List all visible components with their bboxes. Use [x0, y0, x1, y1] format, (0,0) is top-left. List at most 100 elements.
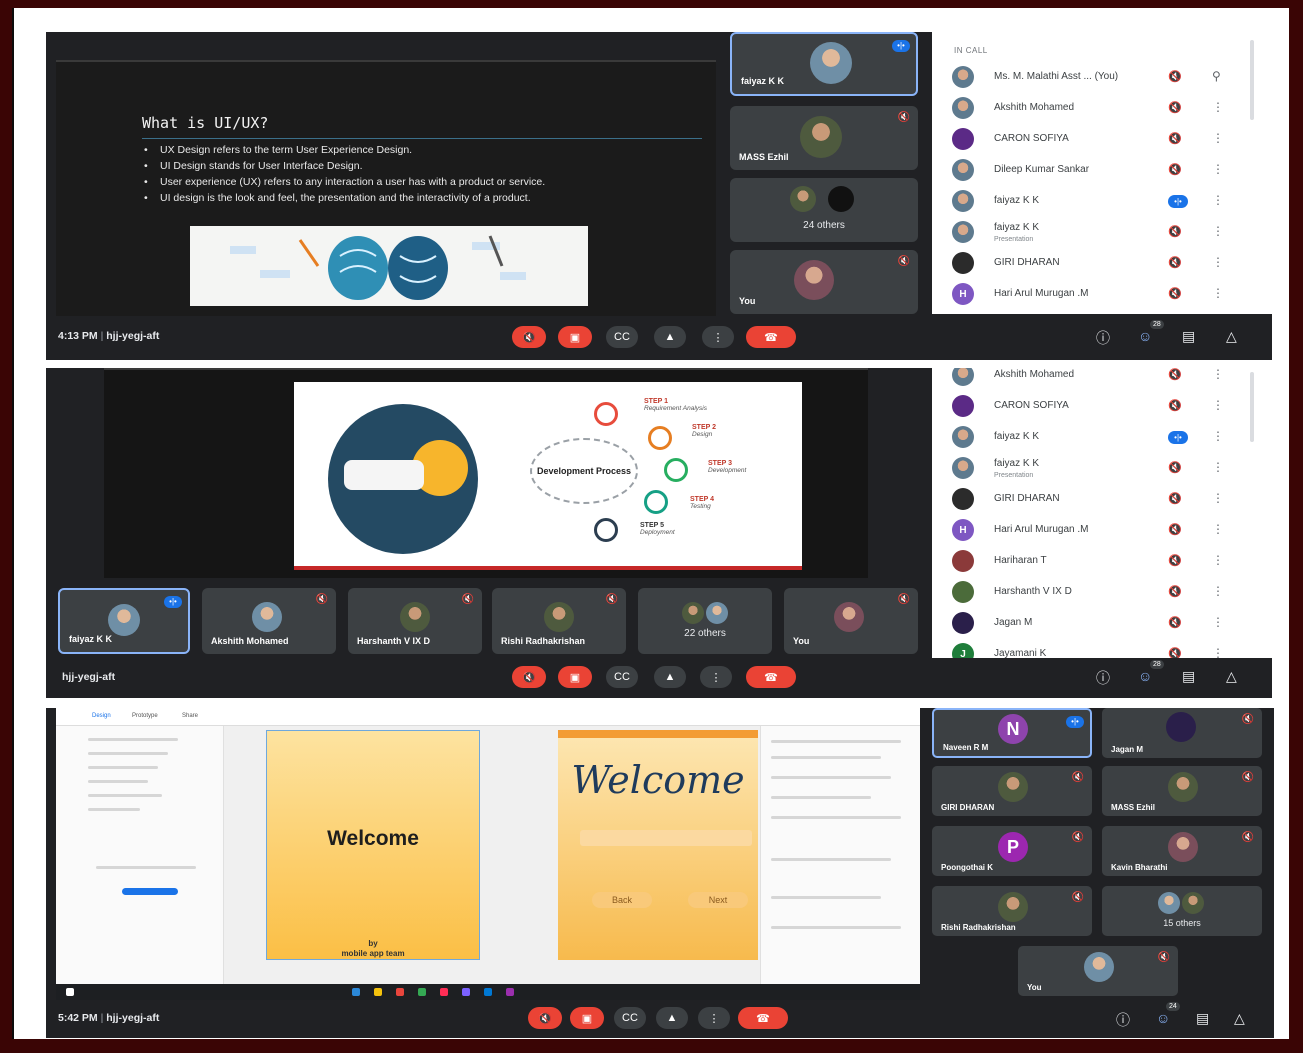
more-options-button[interactable]: ⋮ [700, 666, 732, 688]
captions-button[interactable]: CC [614, 1007, 646, 1029]
more-vert-icon[interactable]: ⋮ [1212, 398, 1224, 412]
more-vert-icon[interactable]: ⋮ [1212, 553, 1224, 567]
captions-button[interactable]: CC [606, 666, 638, 688]
taskbar-app-icon[interactable] [418, 988, 426, 996]
camera-off-button[interactable]: ▣ [558, 326, 592, 348]
participant-tile[interactable]: 🔇 Rishi Radhakrishan [932, 886, 1092, 936]
more-vert-icon[interactable]: ⋮ [1212, 646, 1224, 658]
person-row[interactable]: H Hari Arul Murugan .M 🔇 ⋮ [932, 279, 1262, 309]
participant-tile[interactable]: 🔇 Harshanth V IX D [348, 588, 482, 654]
property-row[interactable] [771, 896, 881, 899]
mic-off-icon[interactable]: 🔇 [1168, 287, 1182, 300]
more-options-button[interactable]: ⋮ [698, 1007, 730, 1029]
more-vert-icon[interactable]: ⋮ [1212, 255, 1224, 269]
person-row[interactable]: faiyaz K K •|• ⋮ [932, 422, 1262, 452]
info-icon[interactable]: ⓘ [1096, 328, 1110, 348]
mic-off-button[interactable]: 🔇 [528, 1007, 562, 1029]
people-icon[interactable]: ☺ [1138, 668, 1152, 684]
property-row[interactable] [771, 776, 891, 779]
present-button[interactable]: ▲ [654, 326, 686, 348]
participant-tile[interactable]: 🔇 Kavin Bharathi [1102, 826, 1262, 876]
people-icon[interactable]: ☺ [1156, 1010, 1170, 1026]
present-off-icon[interactable]: 🔇 [1168, 225, 1182, 238]
more-vert-icon[interactable]: ⋮ [1212, 460, 1224, 474]
start-icon[interactable] [66, 988, 74, 996]
property-row[interactable] [771, 858, 891, 861]
participant-tile[interactable]: 🔇 Jagan M [1102, 708, 1262, 758]
more-vert-icon[interactable]: ⋮ [1212, 615, 1224, 629]
person-row[interactable]: Jagan M 🔇 ⋮ [932, 608, 1262, 638]
participant-tile[interactable]: 🔇 Akshith Mohamed [202, 588, 336, 654]
mic-off-button[interactable]: 🔇 [512, 666, 546, 688]
end-call-button[interactable]: ☎ [746, 326, 796, 348]
camera-off-button[interactable]: ▣ [558, 666, 592, 688]
participant-tile-self[interactable]: 🔇 You [1018, 946, 1178, 996]
mic-off-icon[interactable]: 🔇 [1168, 132, 1182, 145]
more-vert-icon[interactable]: ⋮ [1212, 368, 1224, 381]
participant-tile[interactable]: 🔇 MASS Ezhil [1102, 766, 1262, 816]
mic-off-icon[interactable]: 🔇 [1168, 523, 1182, 536]
mic-off-icon[interactable]: 🔇 [1168, 616, 1182, 629]
more-vert-icon[interactable]: ⋮ [1212, 491, 1224, 505]
activities-icon[interactable]: △ [1234, 1010, 1245, 1027]
person-row[interactable]: Akshith Mohamed 🔇 ⋮ [932, 368, 1262, 390]
person-row[interactable]: faiyaz K K •|• ⋮ [932, 186, 1262, 216]
present-button[interactable]: ▲ [654, 666, 686, 688]
artboard-welcome[interactable]: Welcome by mobile app team [266, 730, 480, 960]
more-vert-icon[interactable]: ⋮ [1212, 429, 1224, 443]
info-icon[interactable]: ⓘ [1096, 668, 1110, 688]
person-row[interactable]: faiyaz K K Presentation 🔇 ⋮ [932, 217, 1262, 247]
person-row[interactable]: H Hari Arul Murugan .M 🔇 ⋮ [932, 515, 1262, 545]
person-row[interactable]: faiyaz K K Presentation 🔇 ⋮ [932, 453, 1262, 483]
participant-tile[interactable]: P 🔇 Poongothai K [932, 826, 1092, 876]
more-vert-icon[interactable]: ⋮ [1212, 522, 1224, 536]
person-row[interactable]: CARON SOFIYA 🔇 ⋮ [932, 124, 1262, 154]
person-row[interactable]: Hariharan T 🔇 ⋮ [932, 546, 1262, 576]
mic-off-icon[interactable]: 🔇 [1168, 70, 1182, 83]
browse-button[interactable] [122, 888, 178, 895]
participant-tile[interactable]: N •|• Naveen R M [932, 708, 1092, 758]
property-row[interactable] [771, 816, 901, 819]
mic-off-button[interactable]: 🔇 [512, 326, 546, 348]
tab-prototype[interactable]: Prototype [132, 713, 158, 719]
participant-tile[interactable]: 🔇 GIRI DHARAN [932, 766, 1092, 816]
activities-icon[interactable]: △ [1226, 668, 1237, 685]
taskbar-app-icon[interactable] [374, 988, 382, 996]
end-call-button[interactable]: ☎ [738, 1007, 788, 1029]
participant-tile-group[interactable]: 24 others [730, 178, 918, 242]
tab-design[interactable]: Design [92, 713, 111, 719]
more-vert-icon[interactable]: ⋮ [1212, 584, 1224, 598]
person-row[interactable]: GIRI DHARAN 🔇 ⋮ [932, 248, 1262, 278]
speaking-icon[interactable]: •|• [1168, 431, 1188, 444]
mic-off-icon[interactable]: 🔇 [1168, 256, 1182, 269]
property-row[interactable] [771, 926, 901, 929]
person-row[interactable]: Harshanth V IX D 🔇 ⋮ [932, 577, 1262, 607]
more-vert-icon[interactable]: ⋮ [1212, 131, 1224, 145]
property-row[interactable] [771, 756, 881, 759]
person-row[interactable]: Dileep Kumar Sankar 🔇 ⋮ [932, 155, 1262, 185]
artboard-login[interactable]: Welcome Back Next [558, 730, 758, 960]
participant-tile-self[interactable]: 🔇 You [784, 588, 918, 654]
taskbar-app-icon[interactable] [396, 988, 404, 996]
participant-tile-self[interactable]: 🔇 You [730, 250, 918, 314]
present-button[interactable]: ▲ [656, 1007, 688, 1029]
property-row[interactable] [771, 740, 901, 743]
participant-tile[interactable]: •|• faiyaz K K [58, 588, 190, 654]
person-row[interactable]: Ms. M. Malathi Asst ... (You) 🔇 ⚲ [932, 62, 1262, 92]
person-row[interactable]: GIRI DHARAN 🔇 ⋮ [932, 484, 1262, 514]
layer-item[interactable] [88, 766, 158, 769]
more-vert-icon[interactable]: ⋮ [1212, 100, 1224, 114]
present-off-icon[interactable]: 🔇 [1168, 461, 1182, 474]
mic-off-icon[interactable]: 🔇 [1168, 647, 1182, 658]
chat-icon[interactable]: ▤ [1196, 1010, 1209, 1027]
mic-off-icon[interactable]: 🔇 [1168, 399, 1182, 412]
people-icon[interactable]: ☺ [1138, 328, 1152, 344]
layer-item[interactable] [88, 780, 148, 783]
taskbar-app-icon[interactable] [506, 988, 514, 996]
captions-button[interactable]: CC [606, 326, 638, 348]
mic-off-icon[interactable]: 🔇 [1168, 163, 1182, 176]
more-vert-icon[interactable]: ⋮ [1212, 193, 1224, 207]
camera-off-button[interactable]: ▣ [570, 1007, 604, 1029]
chat-icon[interactable]: ▤ [1182, 328, 1195, 345]
participant-tile[interactable]: 🔇 MASS Ezhil [730, 106, 918, 170]
